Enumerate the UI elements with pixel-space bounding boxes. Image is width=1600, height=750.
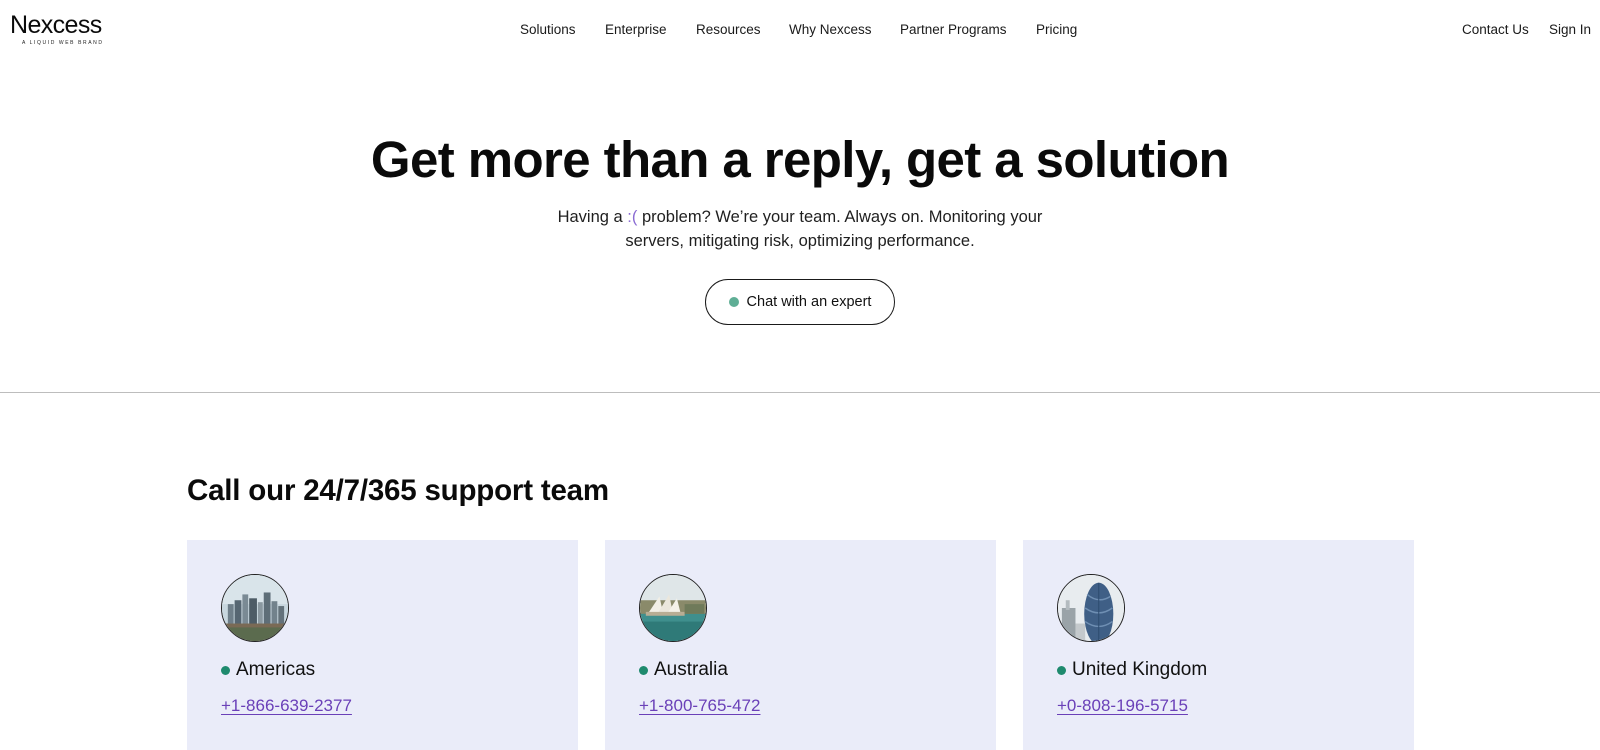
nav-resources[interactable]: Resources xyxy=(696,22,761,37)
nav-pricing[interactable]: Pricing xyxy=(1036,22,1077,37)
main-nav: Solutions Enterprise Resources Why Nexce… xyxy=(0,22,1600,42)
phone-link-united-kingdom[interactable]: +0-808-196-5715 xyxy=(1057,696,1188,716)
region-united-kingdom: United Kingdom xyxy=(1057,659,1207,681)
nav-why-nexcess[interactable]: Why Nexcess xyxy=(789,22,872,37)
chat-with-expert-button[interactable]: Chat with an expert xyxy=(705,279,895,325)
region-name: United Kingdom xyxy=(1072,659,1208,680)
section-divider xyxy=(0,392,1600,393)
region-americas: Americas xyxy=(221,659,315,681)
sydney-opera-house-image xyxy=(639,574,707,642)
support-card-americas: Americas +1-866-639-2377 xyxy=(187,540,578,750)
region-name: Australia xyxy=(654,659,728,680)
frown-emoticon: :( xyxy=(627,208,638,226)
support-section-title: Call our 24/7/365 support team xyxy=(187,474,609,507)
online-status-dot-icon xyxy=(728,297,739,307)
hero-title: Get more than a reply, get a solution xyxy=(370,131,1230,188)
nav-solutions[interactable]: Solutions xyxy=(520,22,576,37)
city-skyline-image xyxy=(221,574,289,642)
phone-link-australia[interactable]: +1-800-765-472 xyxy=(639,696,760,716)
site-header: Nexcess A LIQUID WEB BRAND Solutions Ent… xyxy=(0,0,1600,62)
region-australia: Australia xyxy=(639,659,728,681)
london-gherkin-image xyxy=(1057,574,1125,642)
chat-button-label: Chat with an expert xyxy=(746,294,872,310)
phone-link-americas[interactable]: +1-866-639-2377 xyxy=(221,696,352,716)
support-card-united-kingdom: United Kingdom +0-808-196-5715 xyxy=(1023,540,1414,750)
hero-subtitle: Having a :( problem? We’re your team. Al… xyxy=(550,205,1050,253)
region-dot-icon xyxy=(639,665,648,675)
support-card-australia: Australia +1-800-765-472 xyxy=(605,540,996,750)
nav-partner-programs[interactable]: Partner Programs xyxy=(900,22,1007,37)
nav-contact-us[interactable]: Contact Us xyxy=(1462,22,1529,37)
hero-subtitle-start: Having a xyxy=(557,208,628,226)
region-name: Americas xyxy=(236,659,316,680)
hero-subtitle-rest: problem? We’re your team. Always on. Mon… xyxy=(625,208,1043,250)
region-dot-icon xyxy=(221,665,230,675)
nav-enterprise[interactable]: Enterprise xyxy=(605,22,667,37)
region-dot-icon xyxy=(1057,665,1066,675)
nav-sign-in[interactable]: Sign In xyxy=(1549,22,1591,37)
